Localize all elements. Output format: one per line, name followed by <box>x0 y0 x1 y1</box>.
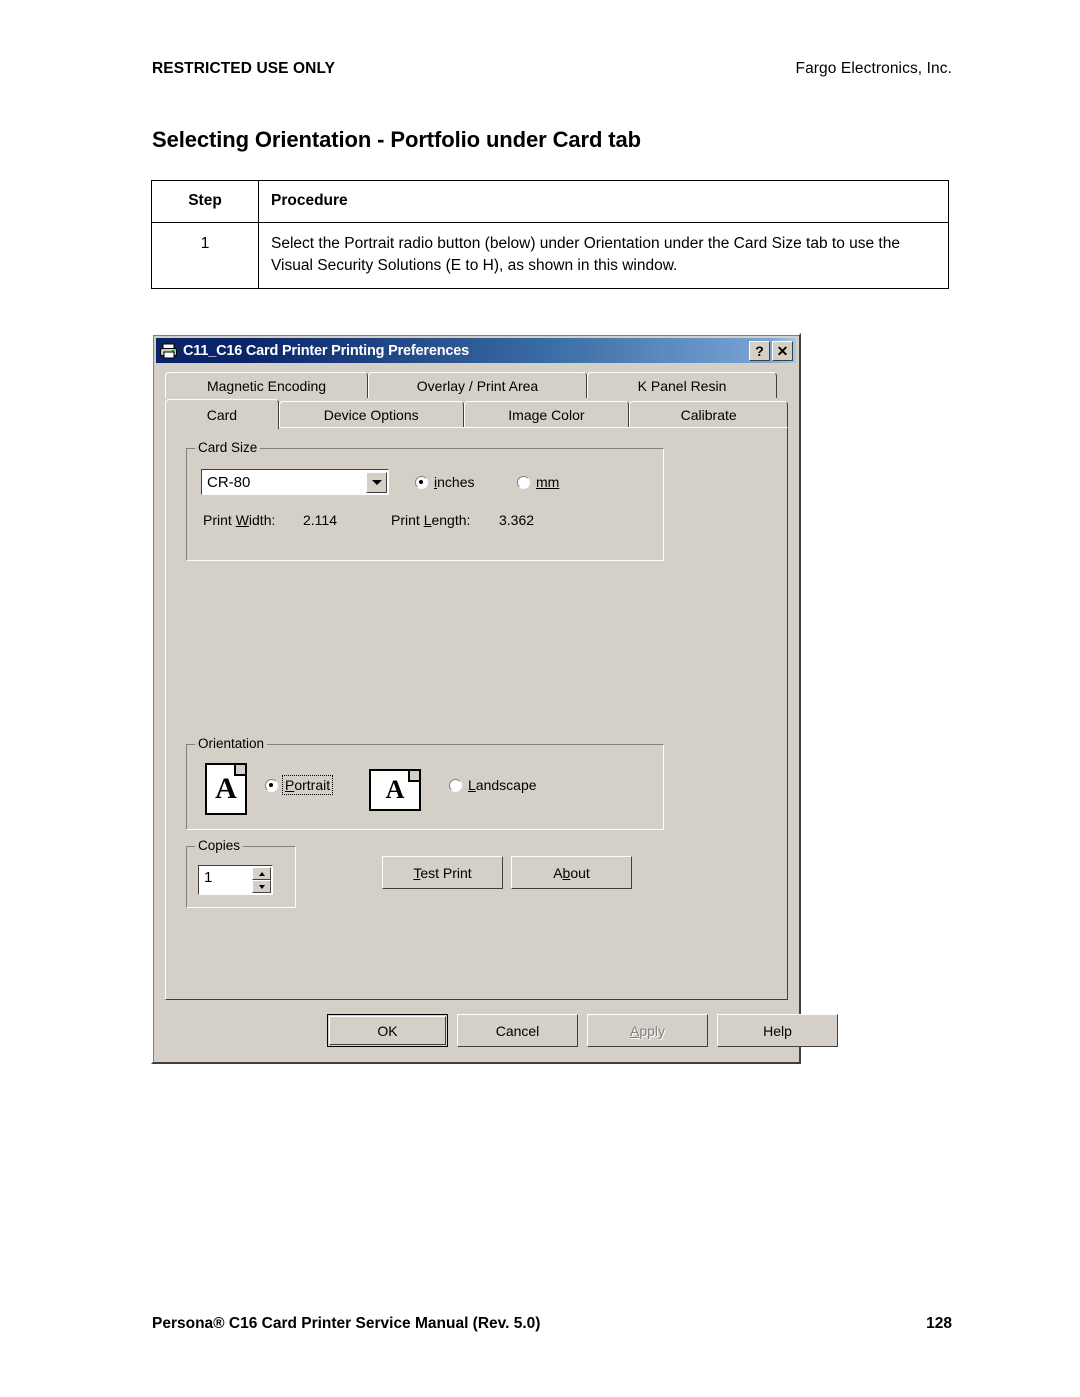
orientation-landscape-label: Landscape <box>468 777 537 793</box>
column-header-procedure: Procedure <box>258 180 949 223</box>
tab-label: Overlay / Print Area <box>416 377 539 394</box>
copies-value[interactable]: 1 <box>199 866 252 894</box>
landscape-icon-glyph: A <box>385 774 405 804</box>
tab-label: Magnetic Encoding <box>206 377 327 394</box>
units-inches-label: iinchesnches <box>434 474 475 490</box>
cell-step-number: 1 <box>151 222 259 289</box>
about-label: About <box>553 864 590 881</box>
copies-legend: Copies <box>195 839 244 853</box>
card-size-combobox[interactable]: CR-80 <box>201 469 389 495</box>
printer-icon <box>159 342 179 360</box>
page-footer: Persona® C16 Card Printer Service Manual… <box>152 1315 952 1333</box>
cell-procedure-text: Select the Portrait radio button (below)… <box>258 222 949 289</box>
radio-indicator-portrait[interactable] <box>265 778 278 792</box>
radio-indicator-inches[interactable] <box>415 475 428 489</box>
page-corner-fold <box>408 771 419 782</box>
portrait-page-icon: A <box>205 763 247 815</box>
radio-indicator-landscape[interactable] <box>449 778 462 792</box>
dialog-title-text: C11_C16 Card Printer Printing Preference… <box>183 342 469 359</box>
tab-label: Calibrate <box>680 406 737 423</box>
cancel-label: Cancel <box>495 1022 540 1039</box>
copies-group: Copies 1 <box>186 839 296 908</box>
help-icon-button[interactable]: ? <box>749 340 770 361</box>
apply-button: Apply <box>587 1014 708 1047</box>
page-corner-fold <box>234 765 245 776</box>
units-mm-radio[interactable]: mm <box>517 474 559 490</box>
tab-image-color[interactable]: Image Color <box>463 401 630 427</box>
portrait-icon-glyph: A <box>215 771 237 805</box>
orientation-portrait-radio[interactable]: Portrait <box>265 775 334 795</box>
tab-label: Card <box>206 406 238 423</box>
header-company-name: Fargo Electronics, Inc. <box>795 60 952 77</box>
test-print-button[interactable]: Test Print <box>382 856 503 889</box>
dialog-titlebar[interactable]: C11_C16 Card Printer Printing Preference… <box>156 338 796 363</box>
print-length-label: Print Length: <box>391 512 471 528</box>
printing-preferences-dialog: C11_C16 Card Printer Printing Preference… <box>151 333 838 1064</box>
radio-indicator-mm[interactable] <box>517 475 530 489</box>
header-restricted-notice: RESTRICTED USE ONLY <box>152 60 336 77</box>
tab-magnetic-encoding[interactable]: Magnetic Encoding <box>165 372 368 398</box>
dialog-button-bar: OK Cancel Apply Help <box>165 1008 838 1052</box>
footer-manual-title: Persona® C16 Card Printer Service Manual… <box>152 1315 541 1332</box>
tab-label: Image Color <box>508 406 585 423</box>
tab-k-panel-resin[interactable]: K Panel Resin <box>587 372 777 398</box>
page-title: Selecting Orientation - Portfolio under … <box>152 127 642 152</box>
about-button[interactable]: About <box>511 856 632 889</box>
tab-device-options[interactable]: Device Options <box>278 401 464 427</box>
landscape-page-icon: A <box>369 769 421 811</box>
close-icon-button[interactable]: ✕ <box>772 340 793 361</box>
orientation-group: Orientation A Portrait A Landscape <box>186 737 664 830</box>
help-label: Help <box>763 1022 792 1039</box>
procedure-table: Step Procedure 1 Select the Portrait rad… <box>151 180 949 289</box>
print-width-label: Print Width: <box>203 512 276 528</box>
tab-calibrate[interactable]: Calibrate <box>629 401 789 427</box>
test-print-label: Test Print <box>413 864 472 881</box>
tab-strip: Magnetic Encoding Overlay / Print Area K… <box>165 371 789 429</box>
orientation-portrait-label: Portrait <box>281 775 334 795</box>
table-row: 1 Select the Portrait radio button (belo… <box>151 222 949 289</box>
tab-overlay-print-area[interactable]: Overlay / Print Area <box>368 372 587 398</box>
tab-card[interactable]: Card <box>165 399 279 429</box>
cancel-button[interactable]: Cancel <box>457 1014 578 1047</box>
table-header-row: Step Procedure <box>151 180 949 223</box>
chevron-down-icon[interactable] <box>366 471 387 493</box>
print-length-value: 3.362 <box>499 512 535 528</box>
tab-label: K Panel Resin <box>637 377 727 394</box>
card-size-value: CR-80 <box>207 473 251 491</box>
ok-label: OK <box>377 1022 398 1039</box>
card-size-legend: Card Size <box>195 441 261 455</box>
tab-label: Device Options <box>323 406 419 423</box>
tab-row-upper: Magnetic Encoding Overlay / Print Area K… <box>165 371 788 399</box>
card-size-group: Card Size CR-80 iinchesnches mm Print Wi… <box>186 441 664 561</box>
page-header: RESTRICTED USE ONLY Fargo Electronics, I… <box>152 60 952 78</box>
orientation-legend: Orientation <box>195 737 268 751</box>
card-tab-panel: Card Size CR-80 iinchesnches mm Print Wi… <box>165 427 788 1000</box>
help-button[interactable]: Help <box>717 1014 838 1047</box>
spinner-up-icon[interactable] <box>252 867 271 880</box>
tab-row-lower: Card Device Options Image Color Calibrat… <box>165 399 789 429</box>
spinner-down-icon[interactable] <box>252 880 271 893</box>
titlebar-button-group: ? ✕ <box>749 340 793 361</box>
ok-button[interactable]: OK <box>327 1014 448 1047</box>
print-width-value: 2.114 <box>303 512 337 528</box>
orientation-landscape-radio[interactable]: Landscape <box>449 777 537 793</box>
footer-page-number: 128 <box>926 1315 952 1332</box>
apply-label: Apply <box>629 1022 666 1039</box>
copies-spinner[interactable]: 1 <box>198 865 273 895</box>
units-mm-label: mm <box>536 474 560 490</box>
column-header-step: Step <box>151 180 259 223</box>
units-inches-radio[interactable]: iinchesnches <box>415 474 474 490</box>
spinner-buttons <box>252 867 271 893</box>
